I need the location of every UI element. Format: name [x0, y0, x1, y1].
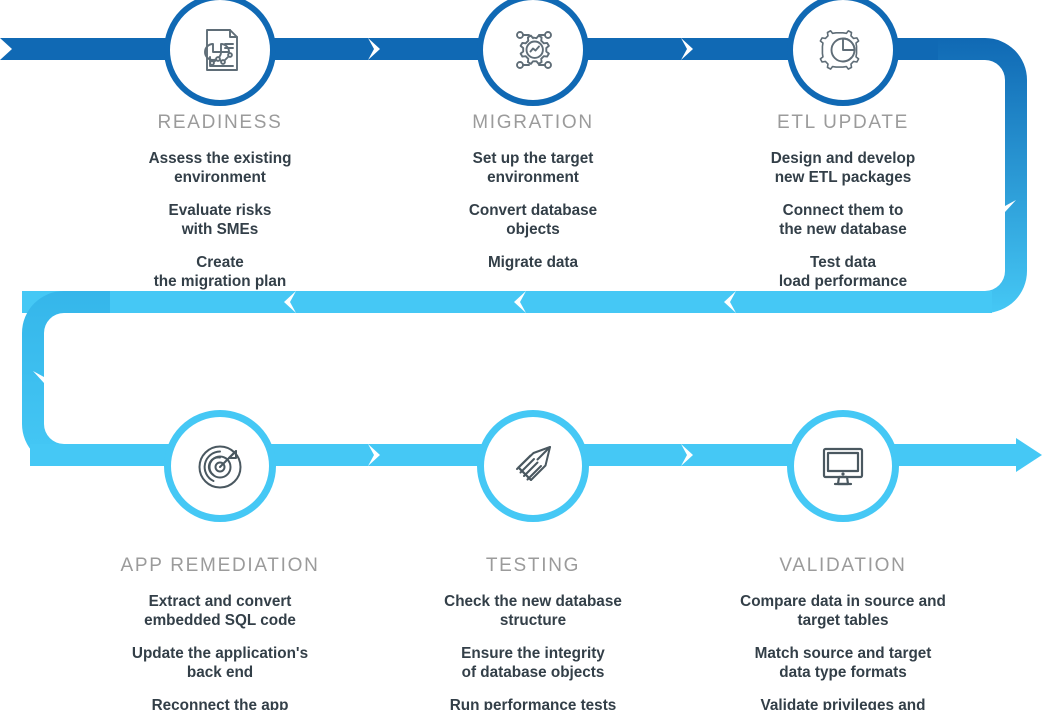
desktop-monitor-icon: [822, 447, 864, 486]
connector-left-curve: [22, 291, 110, 466]
step-detail-line: Compare data in source and target tables: [740, 593, 946, 629]
step-migration-title: MIGRATION: [472, 112, 594, 133]
step-detail-line: Extract and convert embedded SQL code: [144, 593, 296, 629]
step-app-remediation-circle[interactable]: [164, 410, 276, 522]
process-flow-diagram: READINESS Assess the existing environmen…: [0, 0, 1049, 710]
radar-target-icon: [198, 445, 242, 489]
step-detail-line: Design and develop new ETL packages: [770, 150, 916, 186]
step-detail-line: Match source and target data type format…: [754, 645, 932, 681]
step-detail-line: Assess the existing environment: [148, 150, 292, 186]
step-detail-line: Validate privileges and permissions: [760, 697, 926, 710]
step-detail-line: Reconnect the app to the new database: [151, 697, 289, 710]
step-testing-circle[interactable]: [477, 410, 589, 522]
step-readiness-body: Assess the existing environment Evaluate…: [70, 149, 370, 291]
step-validation-body: Compare data in source and target tables…: [693, 592, 993, 710]
step-detail-line: Update the application's back end: [131, 645, 309, 681]
step-migration-body: Set up the target environment Convert da…: [383, 149, 683, 272]
step-validation-title: VALIDATION: [779, 555, 907, 576]
step-validation-circle[interactable]: [787, 410, 899, 522]
report-document-chart-icon: [204, 29, 238, 71]
connector-end-arrowhead: [1016, 438, 1042, 472]
step-app-remediation-title: APP REMEDIATION: [120, 555, 320, 576]
step-detail-line: Create the migration plan: [153, 254, 287, 290]
gear-network-analytics-icon: [516, 31, 552, 69]
step-detail-line: Check the new database structure: [444, 593, 622, 629]
step-testing-body: Check the new database structure Ensure …: [383, 592, 683, 710]
step-detail-line: Set up the target environment: [472, 150, 594, 186]
step-detail-line: Connect them to the new database: [779, 202, 907, 238]
step-detail-line: Test data load performance: [778, 254, 908, 290]
step-etl-update-title: ETL UPDATE: [776, 112, 910, 133]
step-detail-line: Convert database objects: [468, 202, 598, 238]
step-detail-line: Ensure the integrity of database objects: [461, 645, 605, 681]
step-detail-line: Run performance tests: [449, 697, 617, 710]
step-detail-line: Migrate data: [487, 254, 579, 271]
step-app-remediation-body: Extract and convert embedded SQL code Up…: [70, 592, 370, 710]
step-etl-update-body: Design and develop new ETL packages Conn…: [693, 149, 993, 291]
connector-middle-bar: [22, 291, 992, 313]
gear-pie-chart-icon: [819, 29, 860, 70]
step-readiness-title: READINESS: [157, 112, 283, 133]
step-detail-line: Evaluate risks with SMEs: [168, 202, 272, 238]
pencil-icon: [516, 446, 551, 481]
step-testing-title: TESTING: [485, 555, 581, 576]
